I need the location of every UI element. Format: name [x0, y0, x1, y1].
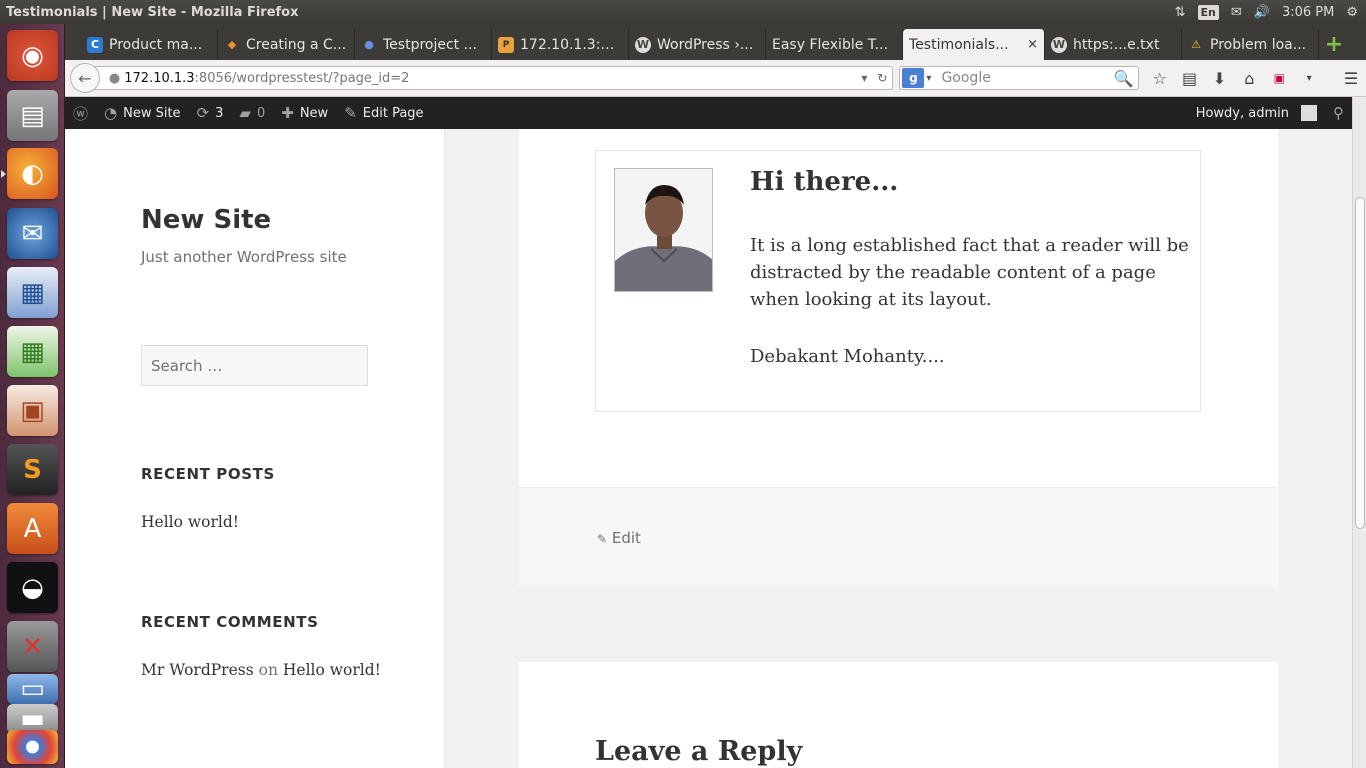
sidebar: New Site Just another WordPress site Sea…	[65, 129, 445, 768]
globe-icon: ●	[108, 70, 121, 86]
warning-icon: ⚠	[1191, 38, 1201, 51]
dashboard-icon: ◔	[104, 104, 118, 122]
comment-author-link[interactable]: Mr WordPress	[141, 661, 254, 679]
plus-icon: ✚	[281, 104, 294, 122]
edit-page-button[interactable]: ✎ Edit Page	[336, 97, 431, 129]
writer-icon[interactable]: ▦	[7, 267, 58, 318]
wp-admin-bar: ⓦ ◔ New Site ⟳ 3 ▰ 0 ✚ New ✎ Edit Page Howdy,…	[65, 97, 1352, 129]
new-content-button[interactable]: ✚ New	[273, 97, 336, 129]
site-title[interactable]: New Site	[141, 205, 271, 235]
navigation-toolbar: ← ● 172.10.1.3:8056/wordpresstest/?page_…	[65, 60, 1366, 97]
comment-post-link[interactable]: Hello world!	[283, 661, 381, 679]
firefox-icon[interactable]: ◐	[7, 148, 58, 199]
my-account-button[interactable]: Howdy, admin	[1188, 97, 1325, 129]
tab-0[interactable]: C Product ma...	[81, 29, 218, 60]
testimonial-heading: Hi there...	[750, 167, 899, 197]
testimonial-card: Hi there... It is a long established fac…	[595, 150, 1201, 412]
thunderbird-icon[interactable]: ✉	[7, 208, 58, 259]
page-viewport: New Site Just another WordPress site Sea…	[65, 129, 1352, 768]
window-title: Testimonials | New Site - Mozilla Firefo…	[6, 4, 299, 20]
menu-hamburger-icon[interactable]: ☰	[1336, 69, 1366, 88]
url-dropdown-icon[interactable]: ▾	[856, 71, 872, 85]
avatar	[1301, 105, 1317, 121]
testimonial-text: It is a long established fact that a rea…	[750, 235, 1189, 310]
addon-menu-icon[interactable]: ▾	[1294, 73, 1324, 84]
search-input[interactable]: Search …	[141, 345, 368, 386]
testimonial-photo	[614, 168, 713, 292]
tab-7[interactable]: Whttps:...e.txt	[1045, 29, 1182, 60]
phpmyadmin-favicon-icon: P	[498, 36, 514, 53]
impress-icon[interactable]: ▣	[7, 385, 58, 436]
tab-4[interactable]: W WordPress ›...	[629, 29, 766, 60]
indicators: ⇅ En ✉ 🔊 3:06 PM ⚙	[1175, 4, 1366, 20]
page-scrollbar[interactable]	[1352, 97, 1366, 768]
tab-1[interactable]: ◆ Creating a C...	[218, 29, 355, 60]
settings-gear-icon[interactable]: ⚙	[1346, 5, 1358, 20]
tab-3[interactable]: P 172.10.1.3:8...	[492, 29, 629, 60]
clock[interactable]: 3:06 PM	[1282, 5, 1334, 20]
workspaces-icon[interactable]: ▭	[7, 674, 58, 704]
ubuntu-dash-icon[interactable]: ◉	[7, 30, 58, 81]
software-center-icon[interactable]: A	[7, 503, 58, 554]
recent-post-link[interactable]: Hello world!	[141, 510, 381, 534]
pencil-icon: ✎	[344, 104, 357, 122]
recent-comments-heading: RECENT COMMENTS	[141, 613, 319, 631]
updates-button[interactable]: ⟳ 3	[189, 97, 232, 129]
scrollbar-thumb[interactable]	[1355, 197, 1365, 529]
testimonial-author: Debakant Mohanty....	[750, 346, 945, 367]
top-panel: Testimonials | New Site - Mozilla Firefo…	[0, 0, 1366, 24]
pencil-icon: ✎	[597, 532, 608, 546]
back-arrow-icon: ←	[78, 68, 92, 88]
search-icon[interactable]: 🔍	[1114, 69, 1138, 88]
launcher: ◉ ▤ ◐ ✉ ▦ ▦ ▣ S A ◒ ✕ ▭ ▬	[0, 24, 65, 768]
product-favicon-icon: C	[87, 36, 103, 53]
updates-icon: ⟳	[196, 104, 210, 122]
reload-icon[interactable]: ↻	[872, 71, 892, 85]
tab-2[interactable]: ● Testproject ...	[355, 29, 492, 60]
downloads-icon[interactable]: ⬇	[1204, 69, 1234, 88]
tab-close-icon[interactable]: ×	[1027, 37, 1038, 52]
files-icon[interactable]: ▤	[7, 90, 58, 141]
tab-strip: C Product ma... ◆ Creating a C... ● Testpro…	[65, 24, 1366, 60]
bookmark-star-icon[interactable]: ☆	[1145, 69, 1175, 88]
url-bar[interactable]: ● 172.10.1.3:8056/wordpresstest/?page_id…	[85, 66, 894, 90]
wordpress-favicon-icon: W	[1051, 36, 1067, 53]
keyboard-layout-indicator[interactable]: En	[1197, 4, 1219, 20]
tab-5[interactable]: Easy Flexible T...	[766, 29, 903, 60]
testproject-favicon-icon: ●	[364, 38, 374, 51]
comment-bubble-icon: ▰	[239, 104, 251, 122]
home-icon[interactable]: ⌂	[1234, 69, 1264, 88]
edit-link[interactable]: ✎ Edit	[597, 529, 641, 547]
calc-icon[interactable]: ▦	[7, 326, 58, 377]
wp-logo-button[interactable]: ⓦ	[65, 97, 96, 129]
sublime-icon[interactable]: S	[7, 444, 58, 495]
search-icon: ⚲	[1333, 104, 1344, 122]
recent-posts-heading: RECENT POSTS	[141, 465, 275, 483]
google-engine-icon[interactable]: g	[902, 68, 925, 88]
system-settings-icon[interactable]: ✕	[7, 621, 58, 672]
addon-icon[interactable]: ▣	[1264, 71, 1294, 85]
reading-list-icon[interactable]: ▤	[1175, 69, 1205, 88]
search-bar[interactable]: g ▾ Google 🔍	[899, 66, 1139, 90]
comments-button[interactable]: ▰ 0	[231, 97, 273, 129]
tab-6-active[interactable]: Testimonials... ×	[903, 29, 1045, 60]
back-button[interactable]: ←	[70, 63, 100, 93]
new-tab-button[interactable]: +	[1319, 29, 1349, 60]
entry-footer: ✎ Edit	[519, 487, 1278, 587]
volume-icon[interactable]: 🔊	[1254, 5, 1270, 20]
creating-favicon-icon: ◆	[227, 38, 237, 51]
site-name-button[interactable]: ◔ New Site	[96, 97, 189, 129]
recent-comment: Mr WordPress on Hello world!	[141, 661, 381, 679]
site-tagline: Just another WordPress site	[141, 248, 347, 266]
inkscape-icon[interactable]: ◒	[7, 562, 58, 613]
chrome-icon[interactable]	[7, 730, 58, 764]
admin-search-button[interactable]: ⚲	[1325, 97, 1352, 129]
network-icon[interactable]: ⇅	[1175, 5, 1186, 20]
wordpress-logo-icon: ⓦ	[73, 104, 89, 123]
comments-area: Leave a Reply	[519, 662, 1278, 768]
leave-reply-heading: Leave a Reply	[595, 736, 803, 767]
mail-icon[interactable]: ✉	[1231, 5, 1242, 20]
wordpress-favicon-icon: W	[635, 36, 651, 53]
tab-8[interactable]: ⚠ Problem loa...	[1182, 29, 1319, 60]
